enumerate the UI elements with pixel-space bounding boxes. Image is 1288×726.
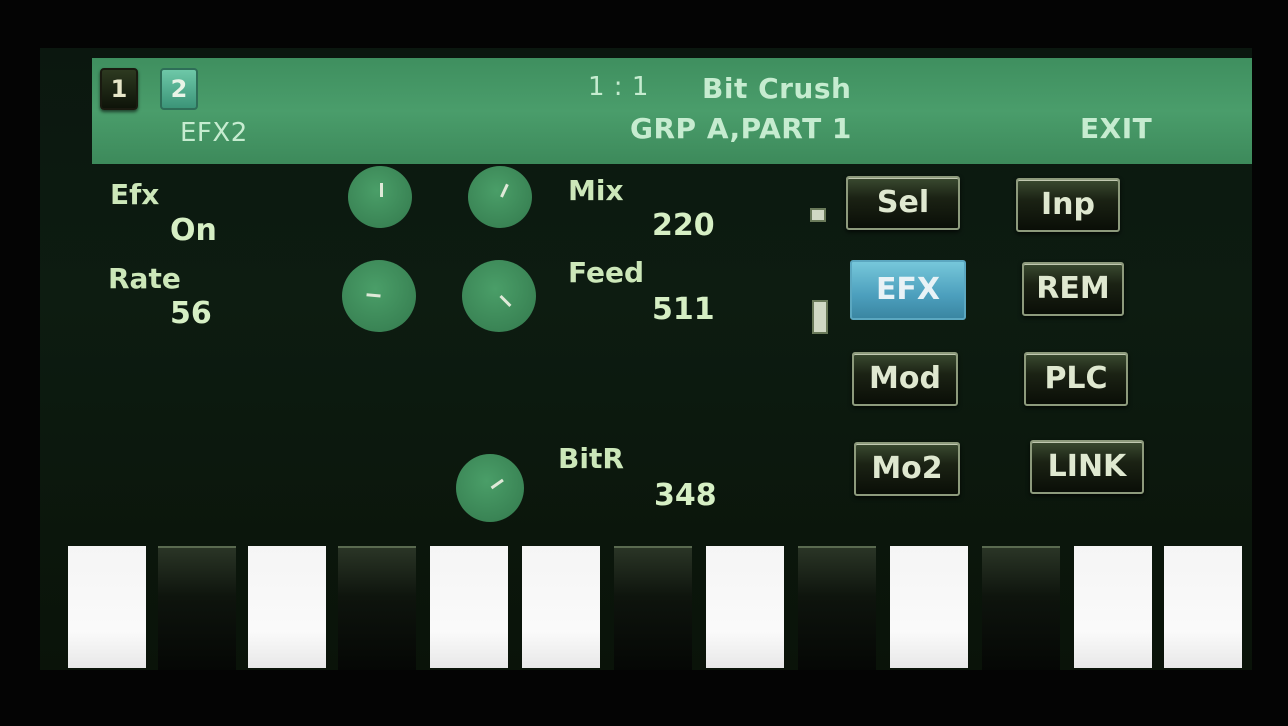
device-screen: 1 2 EFX2 1 : 1 Bit Crush GRP A,PART 1 EX…: [40, 48, 1252, 670]
rem-button[interactable]: REM: [1022, 262, 1124, 316]
mod-button[interactable]: Mod: [852, 352, 958, 406]
efx-knob[interactable]: [348, 166, 412, 228]
key-12[interactable]: [1074, 546, 1152, 668]
key-1[interactable]: [68, 546, 146, 668]
rate-value: 56: [170, 296, 212, 331]
key-5[interactable]: [430, 546, 508, 668]
rate-knob[interactable]: [342, 260, 416, 332]
key-3[interactable]: [248, 546, 326, 668]
key-4[interactable]: [338, 546, 416, 670]
mix-level-meter: [810, 208, 826, 222]
key-2[interactable]: [158, 546, 236, 670]
effect-name: Bit Crush: [702, 72, 852, 105]
channel-2-button[interactable]: 2: [160, 68, 198, 110]
key-10[interactable]: [890, 546, 968, 668]
feed-knob[interactable]: [462, 260, 536, 332]
inp-button[interactable]: Inp: [1016, 178, 1120, 232]
plc-button[interactable]: PLC: [1024, 352, 1128, 406]
feed-label: Feed: [568, 256, 645, 289]
sel-button[interactable]: Sel: [846, 176, 960, 230]
mix-knob[interactable]: [468, 166, 532, 228]
feed-level-meter: [812, 300, 828, 334]
rate-label: Rate: [108, 262, 181, 295]
key-8[interactable]: [706, 546, 784, 668]
link-button[interactable]: LINK: [1030, 440, 1144, 494]
efx-button[interactable]: EFX: [850, 260, 966, 320]
bitr-knob[interactable]: [456, 454, 524, 522]
key-6[interactable]: [522, 546, 600, 668]
bitr-label: BitR: [558, 442, 624, 475]
key-11[interactable]: [982, 546, 1060, 670]
key-7[interactable]: [614, 546, 692, 670]
exit-button[interactable]: EXIT: [1080, 112, 1152, 145]
efx-value: On: [170, 213, 217, 248]
bitr-value: 348: [654, 478, 717, 513]
key-9[interactable]: [798, 546, 876, 670]
channel-1-button[interactable]: 1: [100, 68, 138, 110]
mix-value: 220: [652, 208, 715, 243]
position-indicator: 1 : 1: [588, 72, 649, 102]
group-part-label: GRP A,PART 1: [630, 112, 852, 145]
key-13[interactable]: [1164, 546, 1242, 668]
efx-label: Efx: [110, 178, 160, 211]
mo2-button[interactable]: Mo2: [854, 442, 960, 496]
header-bar: [92, 58, 1252, 164]
feed-value: 511: [652, 292, 715, 327]
page-label: EFX2: [180, 118, 248, 148]
mix-label: Mix: [568, 174, 624, 207]
